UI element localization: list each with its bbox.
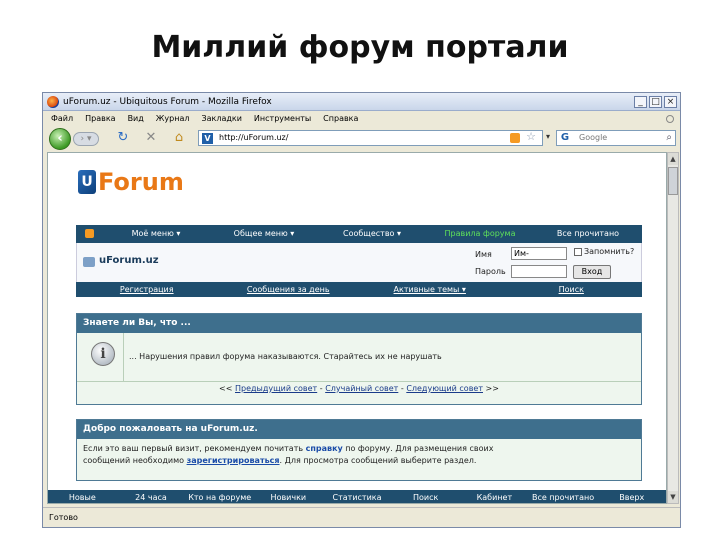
forum-logo[interactable]: U Forum	[78, 167, 184, 197]
search-icon[interactable]: ⌕	[666, 131, 672, 145]
nav-mark-all-read[interactable]: Все прочитано	[534, 225, 642, 243]
site-name[interactable]: uForum.uz	[99, 255, 159, 266]
welcome-line2-b: . Для просмотра сообщений выберите разде…	[279, 456, 477, 465]
tip-random-link[interactable]: Случайный совет	[325, 384, 398, 393]
welcome-panel: Добро пожаловать на uForum.uz. Если это …	[76, 419, 642, 481]
nav-today-posts[interactable]: Сообщения за день	[218, 282, 360, 297]
username-label: Имя	[475, 250, 492, 259]
throbber-icon	[666, 115, 674, 123]
bottom-nav-newbies[interactable]: Новички	[254, 490, 323, 503]
nav-community[interactable]: Сообщество ▾	[318, 225, 426, 243]
info-icon: i	[91, 342, 115, 366]
remember-me-label: Запомнить?	[584, 247, 635, 256]
username-field[interactable]: Им-	[511, 247, 567, 260]
nav-general-menu[interactable]: Общее меню ▾	[210, 225, 318, 243]
close-button[interactable]: ×	[664, 96, 677, 108]
nav-active-topics[interactable]: Активные темы ▾	[359, 282, 501, 297]
browser-window: uForum.uz - Ubiquitous Forum - Mozilla F…	[42, 92, 681, 528]
stop-icon[interactable]: ✕	[143, 130, 159, 146]
bottom-nav-24h[interactable]: 24 часа	[117, 490, 186, 503]
vertical-scrollbar[interactable]: ▲ ▼	[667, 152, 679, 504]
login-panel: uForum.uz Имя Им- Пароль Запомнить? Вход	[76, 243, 642, 282]
go-dropdown-icon[interactable]: ▾	[546, 132, 550, 141]
window-titlebar: uForum.uz - Ubiquitous Forum - Mozilla F…	[43, 93, 680, 111]
menu-tools[interactable]: Инструменты	[254, 111, 311, 127]
maximize-button[interactable]: □	[649, 96, 662, 108]
bottom-nav-online[interactable]: Кто на форуме	[185, 490, 254, 503]
tip-sep-1: -	[319, 384, 323, 393]
nav-forum-rules[interactable]: Правила форума	[426, 225, 534, 243]
password-field[interactable]	[511, 265, 567, 278]
search-placeholder: Google	[579, 133, 608, 142]
page-viewport: U Forum Моё меню ▾ Общее меню ▾ Сообщест…	[47, 152, 667, 504]
minimize-button[interactable]: _	[634, 96, 647, 108]
navigation-toolbar: ‹ › ▾ ↻ ✕ ⌂ V http://uForum.uz/ ☆ ▾ G Go…	[43, 127, 680, 150]
tip-text: ... Нарушения правил форума наказываются…	[129, 352, 442, 361]
welcome-line1-b: по форуму. Для размещения своих	[342, 444, 494, 453]
status-bar: Готово	[43, 507, 680, 527]
bottom-nav-mark-read[interactable]: Все прочитано	[529, 490, 598, 503]
scroll-up-icon[interactable]: ▲	[668, 153, 678, 165]
menu-view[interactable]: Вид	[128, 111, 144, 127]
scroll-down-icon[interactable]: ▼	[668, 491, 678, 503]
password-label: Пароль	[475, 267, 506, 276]
bottom-nav-stats[interactable]: Статистика	[323, 490, 392, 503]
forum-bottom-nav: Новые 24 часа Кто на форуме Новички Стат…	[48, 490, 666, 503]
tip-header: Знаете ли Вы, что ...	[77, 314, 641, 333]
welcome-text: Если это ваш первый визит, рекомендуем п…	[77, 439, 641, 471]
url-bar[interactable]: V http://uForum.uz/ ☆	[198, 130, 543, 146]
tip-sep-2: -	[400, 384, 404, 393]
google-icon: G	[560, 132, 570, 143]
bookmark-star-icon[interactable]: ☆	[526, 130, 536, 144]
bottom-nav-new[interactable]: Новые	[48, 490, 117, 503]
nav-register[interactable]: Регистрация	[76, 282, 218, 297]
welcome-header: Добро пожаловать на uForum.uz.	[77, 420, 641, 439]
tip-next-arrows: >>	[485, 384, 499, 393]
help-link[interactable]: справку	[306, 444, 343, 453]
forward-button[interactable]: › ▾	[73, 132, 99, 146]
bottom-nav-cabinet[interactable]: Кабинет	[460, 490, 529, 503]
url-text: http://uForum.uz/	[219, 133, 289, 142]
tip-next-link[interactable]: Следующий совет	[406, 384, 483, 393]
forum-top-nav: Моё меню ▾ Общее меню ▾ Сообщество ▾ Пра…	[76, 225, 642, 243]
nav-search[interactable]: Поиск	[501, 282, 643, 297]
login-button[interactable]: Вход	[573, 265, 611, 279]
search-input[interactable]: G Google ⌕	[556, 130, 676, 146]
menu-bookmarks[interactable]: Закладки	[201, 111, 241, 127]
rss-feed-icon[interactable]	[76, 225, 102, 243]
register-link[interactable]: зарегистрироваться	[187, 456, 280, 465]
welcome-line1-a: Если это ваш первый визит, рекомендуем п…	[83, 444, 306, 453]
tip-prev-arrows: <<	[219, 384, 233, 393]
scroll-thumb[interactable]	[668, 167, 678, 195]
window-controls: _ □ ×	[634, 96, 677, 108]
menu-edit[interactable]: Правка	[85, 111, 115, 127]
forum-home-icon[interactable]	[83, 257, 95, 267]
home-icon[interactable]: ⌂	[171, 130, 187, 146]
menu-file[interactable]: Файл	[51, 111, 73, 127]
bottom-nav-search[interactable]: Поиск	[391, 490, 460, 503]
rss-icon[interactable]	[510, 133, 520, 143]
reload-icon[interactable]: ↻	[115, 130, 131, 146]
bottom-nav-top[interactable]: Вверх	[597, 490, 666, 503]
slide-title: Миллий форум портали	[151, 30, 569, 65]
logo-mark: U	[78, 170, 96, 194]
tip-divider	[123, 333, 124, 382]
back-button[interactable]: ‹	[49, 128, 71, 150]
site-favicon-icon: V	[202, 133, 213, 144]
window-title: uForum.uz - Ubiquitous Forum - Mozilla F…	[63, 97, 272, 107]
menu-history[interactable]: Журнал	[156, 111, 190, 127]
tip-panel: Знаете ли Вы, что ... i ... Нарушения пр…	[76, 313, 642, 405]
tip-navigation: << Предыдущий совет - Случайный совет - …	[77, 384, 641, 393]
remember-me-checkbox[interactable]: Запомнить?	[574, 247, 634, 256]
forum-sub-nav: Регистрация Сообщения за день Активные т…	[76, 282, 642, 297]
tip-prev-link[interactable]: Предыдущий совет	[235, 384, 317, 393]
menu-bar: Файл Правка Вид Журнал Закладки Инструме…	[43, 111, 680, 127]
welcome-line2-a: сообщений необходимо	[83, 456, 187, 465]
logo-word: Forum	[98, 168, 184, 196]
menu-help[interactable]: Справка	[323, 111, 358, 127]
tip-body: i ... Нарушения правил форума наказывают…	[77, 333, 641, 382]
firefox-icon	[47, 96, 59, 108]
nav-my-menu[interactable]: Моё меню ▾	[102, 225, 210, 243]
